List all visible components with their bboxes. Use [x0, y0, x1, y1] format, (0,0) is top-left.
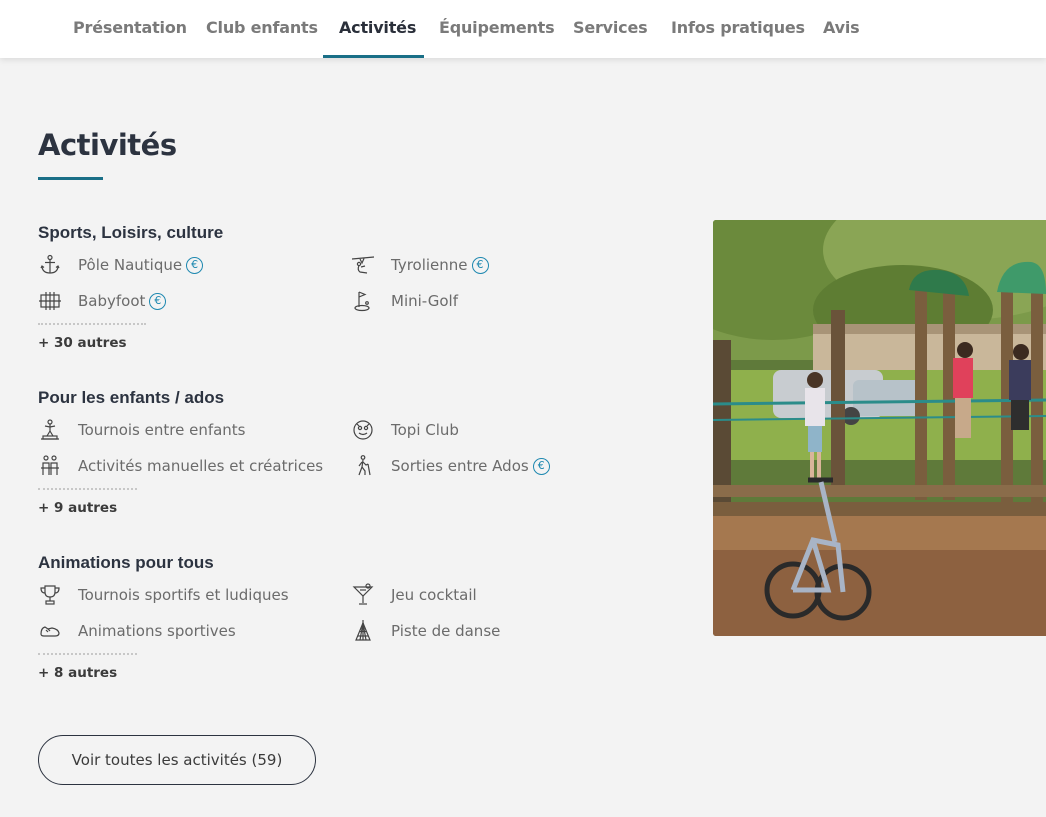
activity-item-tournois-sportifs: Tournois sportifs et ludiques [38, 583, 289, 607]
more-activities-link[interactable]: + 8 autres [38, 665, 117, 681]
activity-label: Animations sportives [78, 622, 236, 640]
activity-item-topi-club: Topi Club [351, 418, 459, 442]
activity-label: Jeu cocktail [391, 586, 477, 604]
tab-club-enfants[interactable]: Club enfants [206, 18, 318, 37]
activity-label: Tournois entre enfants [78, 421, 246, 439]
minigolf-icon [351, 289, 375, 313]
paid-euro-badge: € [532, 457, 550, 475]
babyfoot-icon [38, 289, 62, 313]
activity-item-jeu-cocktail: Jeu cocktail [351, 583, 477, 607]
disco-ball-icon [351, 619, 375, 643]
tab-activites[interactable]: Activités [339, 18, 416, 37]
activity-item-animations-sportives: Animations sportives [38, 619, 236, 643]
activity-label: Tournois sportifs et ludiques [78, 586, 289, 604]
tab-presentation[interactable]: Présentation [73, 18, 187, 37]
title-underline [38, 177, 103, 180]
activity-label: Babyfoot [78, 292, 146, 310]
activity-item-activites-manuelles: Activités manuelles et créatrices [38, 454, 323, 478]
divider [38, 653, 137, 655]
section-heading-enfants: Pour les enfants / ados [38, 388, 225, 407]
activity-item-tyrolienne: Tyrolienne € [351, 253, 489, 277]
activity-label: Mini-Golf [391, 292, 458, 310]
paid-euro-badge: € [149, 292, 167, 310]
crafts-icon [38, 454, 62, 478]
hiking-icon [351, 454, 375, 478]
cocktail-icon [351, 583, 375, 607]
active-tab-indicator [323, 55, 424, 58]
tab-avis[interactable]: Avis [823, 18, 860, 37]
activities-photo [713, 220, 1046, 636]
activity-item-piste-danse: Piste de danse [351, 619, 500, 643]
see-all-activities-button[interactable]: Voir toutes les activités (59) [38, 735, 316, 785]
trophy-icon [38, 583, 62, 607]
page-title: Activités [38, 128, 177, 162]
more-activities-link[interactable]: + 9 autres [38, 500, 117, 516]
section-heading-sports: Sports, Loisirs, culture [38, 223, 224, 242]
tab-equipements[interactable]: Équipements [439, 18, 555, 37]
tab-services[interactable]: Services [573, 18, 648, 37]
kids-tournament-icon [38, 418, 62, 442]
activity-item-tournois-enfants: Tournois entre enfants [38, 418, 246, 442]
divider [38, 488, 137, 490]
more-activities-link[interactable]: + 30 autres [38, 335, 127, 351]
tab-infos-pratiques[interactable]: Infos pratiques [671, 18, 805, 37]
anchor-icon [38, 253, 62, 277]
sneaker-icon [38, 619, 62, 643]
activity-label: Piste de danse [391, 622, 501, 640]
activity-label: Pôle Nautique [78, 256, 183, 274]
activity-label: Sorties entre Ados [391, 457, 529, 475]
paid-euro-badge: € [471, 256, 489, 274]
activity-label: Tyrolienne [391, 256, 468, 274]
topi-club-icon [351, 418, 375, 442]
zipline-icon [351, 253, 375, 277]
tab-bar: Présentation Club enfants Activités Équi… [0, 0, 1046, 58]
activity-item-mini-golf: Mini-Golf [351, 289, 458, 313]
activity-label: Topi Club [391, 421, 459, 439]
paid-euro-badge: € [186, 256, 204, 274]
divider [38, 323, 146, 325]
activity-item-pole-nautique: Pôle Nautique € [38, 253, 204, 277]
section-heading-animations: Animations pour tous [38, 553, 214, 572]
activity-item-sorties-ados: Sorties entre Ados € [351, 454, 550, 478]
activity-item-babyfoot: Babyfoot € [38, 289, 167, 313]
activity-label: Activités manuelles et créatrices [78, 457, 324, 475]
